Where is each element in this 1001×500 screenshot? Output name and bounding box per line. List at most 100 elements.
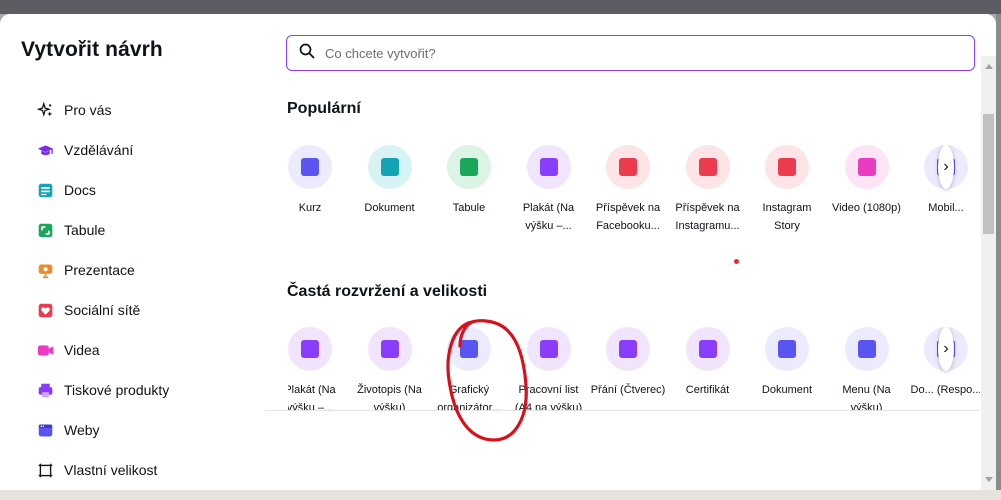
layouts-tile-certifikat[interactable]: Certifikát bbox=[668, 327, 748, 399]
tile-label: Tabule bbox=[452, 202, 486, 214]
sparkle-icon bbox=[37, 101, 54, 119]
sidebar-item-docs[interactable]: Docs bbox=[30, 170, 250, 210]
whiteboard-icon bbox=[37, 222, 54, 239]
popular-tile-prispevek-na-facebooku[interactable]: Příspěvek na Facebooku... bbox=[588, 145, 668, 235]
layouts-tile-pracovni-list-a4-na-vysku[interactable]: Pracovní list (A4 na výšku) bbox=[509, 327, 589, 411]
custom-size-icon bbox=[37, 462, 54, 479]
sidebar-item-pro-vas[interactable]: Pro vás bbox=[30, 90, 250, 130]
browser-top-bar bbox=[0, 0, 1001, 14]
video-icon bbox=[844, 145, 889, 189]
popular-tile-prispevek-na-instagramu[interactable]: Příspěvek na Instagramu... bbox=[668, 145, 748, 235]
tile-label: Plakát (Na výšku –... bbox=[522, 202, 575, 232]
layouts-next-button[interactable]: › bbox=[924, 327, 954, 371]
popular-tile-tabule[interactable]: Tabule bbox=[429, 145, 509, 217]
tile-glyph bbox=[539, 158, 558, 176]
layouts-tile-menu-na-vysku[interactable]: Menu (Na výšku) bbox=[827, 327, 907, 411]
sidebar-item-prezentace[interactable]: Prezentace bbox=[30, 250, 250, 290]
card-icon bbox=[606, 327, 650, 371]
tile-label: Instagram Story bbox=[762, 202, 812, 232]
search-icon bbox=[299, 43, 315, 64]
sidebar-item-label: Weby bbox=[64, 422, 100, 438]
tile-glyph bbox=[698, 158, 717, 176]
menu-shapes-icon bbox=[844, 327, 889, 371]
tile-glyph bbox=[778, 340, 796, 358]
document-icon bbox=[367, 145, 412, 189]
category-sidebar: Pro vás Vzdělávání Docs Tabule Prezentac… bbox=[30, 90, 250, 490]
tile-glyph bbox=[380, 340, 399, 358]
sidebar-item-label: Prezentace bbox=[64, 262, 135, 278]
tile-label: Dokument bbox=[364, 202, 415, 214]
popular-tile-instagram-story[interactable]: Instagram Story bbox=[747, 145, 827, 235]
scrollbar[interactable] bbox=[981, 56, 996, 490]
sidebar-item-vzdelavani[interactable]: Vzdělávání bbox=[30, 130, 250, 170]
printer-icon bbox=[37, 382, 54, 399]
popular-carousel: Kurz Dokument Tabule Plakát (Na výšku –... P… bbox=[288, 145, 980, 245]
search-input[interactable] bbox=[325, 45, 925, 61]
tile-label: Do... (Respo... bbox=[910, 384, 980, 396]
tile-glyph bbox=[539, 340, 558, 358]
scrollbar-thumb[interactable] bbox=[983, 114, 994, 234]
popular-section-title: Populární bbox=[287, 100, 361, 117]
popular-tile-dokument[interactable]: Dokument bbox=[350, 145, 430, 217]
graduation-cap-icon bbox=[37, 142, 54, 159]
scroll-up-arrow[interactable] bbox=[985, 64, 993, 69]
sidebar-item-label: Vlastní velikost bbox=[64, 462, 158, 478]
layouts-tile-prani-ctverec[interactable]: Přání (Čtverec) bbox=[588, 327, 668, 399]
dialog-title: Vytvořit návrh bbox=[21, 38, 163, 61]
sidebar-item-label: Pro vás bbox=[64, 102, 112, 118]
layouts-tile-plakat-na-vysku[interactable]: Plakát (Na výšku –... bbox=[288, 327, 350, 411]
scroll-down-arrow[interactable] bbox=[985, 477, 993, 482]
tile-glyph bbox=[698, 340, 717, 358]
layouts-tile-zivotopis-na-vysku[interactable]: Životopis (Na výšku) bbox=[350, 327, 430, 411]
sidebar-item-label: Sociální sítě bbox=[64, 302, 141, 318]
tile-label: Certifikát bbox=[685, 384, 730, 396]
tile-label: Příspěvek na Instagramu... bbox=[675, 202, 740, 232]
tile-glyph bbox=[301, 340, 319, 358]
tile-label: Životopis (Na výšku) bbox=[357, 384, 422, 411]
tile-label: Pracovní list (A4 na výšku) bbox=[514, 384, 583, 411]
tile-label: Grafický organizátor... bbox=[437, 384, 501, 411]
search-bar[interactable] bbox=[286, 35, 975, 71]
layouts-carousel: Plakát (Na výšku –... Životopis (Na výšku… bbox=[288, 327, 980, 411]
carousel-indicator bbox=[734, 259, 739, 264]
tile-label: Přání (Čtverec) bbox=[590, 384, 666, 396]
sidebar-item-weby[interactable]: Weby bbox=[30, 410, 250, 450]
popular-tile-kurz[interactable]: Kurz bbox=[288, 145, 350, 217]
sidebar-item-label: Tiskové produkty bbox=[64, 382, 170, 398]
instagram-story-icon bbox=[765, 145, 809, 189]
layouts-tile-dokument[interactable]: Dokument bbox=[747, 327, 827, 399]
create-design-dialog: Vytvořit návrh Pro vás Vzdělávání Docs T… bbox=[0, 14, 996, 490]
layouts-section-title: Častá rozvržení a velikosti bbox=[287, 283, 488, 300]
tile-glyph bbox=[778, 158, 796, 176]
sidebar-item-tiskove-produkty[interactable]: Tiskové produkty bbox=[30, 370, 250, 410]
popular-next-button[interactable]: › bbox=[924, 145, 954, 189]
worksheet-icon bbox=[526, 327, 571, 371]
tile-glyph bbox=[380, 158, 399, 176]
sidebar-item-socialni-site[interactable]: Sociální sítě bbox=[30, 290, 250, 330]
sidebar-item-label: Tabule bbox=[64, 222, 106, 238]
sidebar-item-videa[interactable]: Videa bbox=[30, 330, 250, 370]
layouts-tile-graficky-organizator[interactable]: Grafický organizátor... bbox=[429, 327, 509, 411]
poster-icon bbox=[288, 327, 332, 371]
sidebar-item-vlastni-velikost[interactable]: Vlastní velikost bbox=[30, 450, 250, 490]
document-icon bbox=[765, 327, 809, 371]
tile-glyph bbox=[857, 158, 876, 176]
tile-glyph bbox=[619, 340, 637, 358]
tile-glyph bbox=[619, 158, 637, 176]
popular-tile-video-1080p[interactable]: Video (1080p) bbox=[827, 145, 907, 217]
tile-label: Menu (Na výšku) bbox=[842, 384, 891, 411]
window-edge bbox=[996, 14, 1001, 490]
tile-glyph bbox=[301, 158, 319, 176]
tile-label: Dokument bbox=[761, 384, 813, 396]
popular-tile-plakat-na-vysku[interactable]: Plakát (Na výšku –... bbox=[509, 145, 589, 235]
sidebar-item-label: Vzdělávání bbox=[64, 142, 134, 158]
sidebar-item-label: Videa bbox=[64, 342, 100, 358]
taskbar-strip bbox=[0, 490, 1001, 500]
sidebar-item-tabule[interactable]: Tabule bbox=[30, 210, 250, 250]
tile-glyph bbox=[460, 158, 478, 176]
poster-icon bbox=[526, 145, 571, 189]
video-icon bbox=[37, 342, 54, 359]
presentation-icon bbox=[37, 262, 54, 279]
resume-icon bbox=[367, 327, 412, 371]
tile-glyph bbox=[857, 340, 876, 358]
